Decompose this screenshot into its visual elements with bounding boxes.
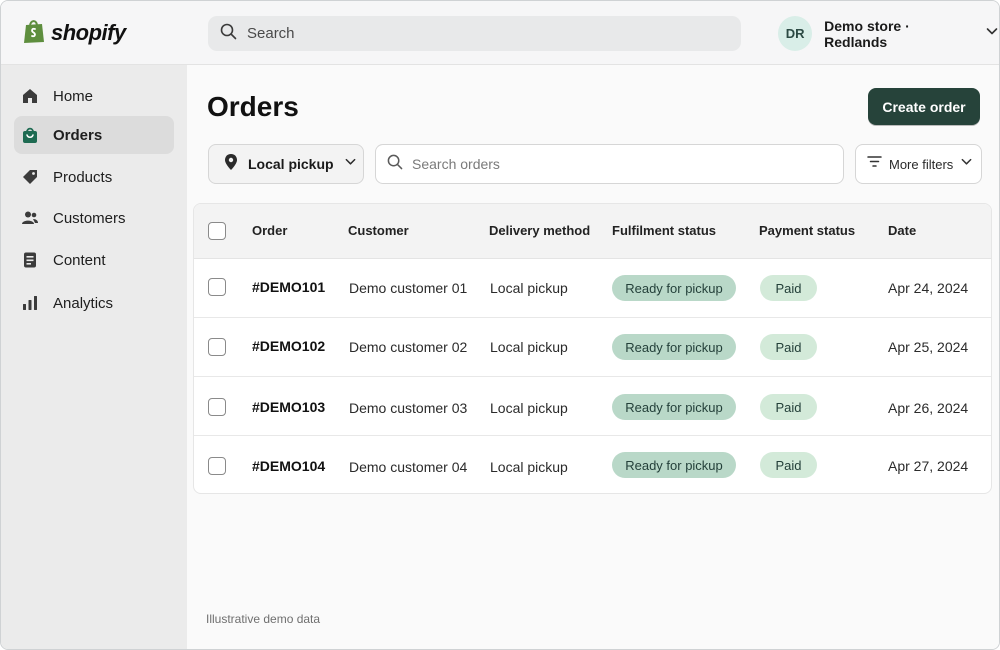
chevron-down-icon <box>344 155 357 173</box>
orders-table: Order Customer Delivery method Fulfilmen… <box>193 203 992 494</box>
page-title: Orders <box>207 91 299 122</box>
filter-label: Local pickup <box>248 156 334 172</box>
store-name: Demo store · Redlands <box>824 17 910 50</box>
store-switcher[interactable]: DR Demo store · Redlands <box>778 15 999 52</box>
order-number[interactable]: #DEMO103 <box>252 399 325 415</box>
payment-status-badge: Paid <box>760 275 817 301</box>
table-row[interactable]: #DEMO103 Demo customer 03 Local pickup R… <box>194 377 991 436</box>
sidebar-item-label: Orders <box>53 126 103 144</box>
row-checkbox[interactable] <box>208 398 226 416</box>
sidebar-item-analytics[interactable]: Analytics <box>14 284 174 322</box>
app-window: shopify Search DR Demo store · Redlands <box>0 0 1000 650</box>
shopify-bag-icon <box>23 18 45 49</box>
fulfilment-status-badge: Ready for pickup <box>612 334 736 360</box>
fulfilment-status-badge: Ready for pickup <box>612 452 736 478</box>
logo-text: shopify <box>51 20 126 45</box>
sidebar: Home Orders Products Customers Content A… <box>1 65 187 649</box>
customer-name: Demo customer 03 <box>349 400 468 416</box>
sidebar-item-label: Content <box>53 251 106 269</box>
order-number[interactable]: #DEMO101 <box>252 279 325 295</box>
column-header-delivery-method[interactable]: Delivery method <box>489 223 590 238</box>
chevron-down-icon <box>985 24 999 43</box>
create-order-button[interactable]: Create order <box>868 88 980 125</box>
order-date: Apr 27, 2024 <box>888 458 969 474</box>
people-icon <box>21 209 39 227</box>
payment-status-badge: Paid <box>760 452 817 478</box>
search-icon <box>220 23 237 45</box>
sidebar-item-label: Home <box>53 87 94 105</box>
search-placeholder: Search <box>247 25 295 42</box>
sidebar-item-label: Products <box>53 168 113 186</box>
payment-status-badge: Paid <box>760 334 817 360</box>
fulfilment-status-badge: Ready for pickup <box>612 275 736 301</box>
bar-chart-icon <box>21 294 39 312</box>
column-header-order[interactable]: Order <box>252 223 287 238</box>
tag-icon <box>21 168 39 186</box>
order-search-input[interactable]: Search orders <box>375 144 844 184</box>
row-checkbox[interactable] <box>208 457 226 475</box>
table-header: Order Customer Delivery method Fulfilmen… <box>194 204 991 259</box>
column-header-fulfilment-status[interactable]: Fulfilment status <box>612 223 716 238</box>
filter-lines-icon <box>867 155 882 173</box>
order-date: Apr 24, 2024 <box>888 280 969 296</box>
column-header-customer[interactable]: Customer <box>348 223 409 238</box>
avatar: DR <box>778 16 813 51</box>
row-checkbox[interactable] <box>208 338 226 356</box>
order-date: Apr 25, 2024 <box>888 339 969 355</box>
table-row[interactable]: #DEMO101 Demo customer 01 Local pickup R… <box>194 259 991 318</box>
row-checkbox[interactable] <box>208 278 226 296</box>
delivery-method: Local pickup <box>490 339 568 355</box>
column-header-date[interactable]: Date <box>888 223 916 238</box>
select-all-checkbox[interactable] <box>208 222 226 240</box>
global-search-input[interactable]: Search <box>208 16 741 51</box>
top-bar: shopify Search DR Demo store · Redlands <box>1 1 999 65</box>
fulfilment-status-badge: Ready for pickup <box>612 394 736 420</box>
order-number[interactable]: #DEMO102 <box>252 338 325 354</box>
chevron-down-icon <box>960 155 973 173</box>
payment-status-badge: Paid <box>760 394 817 420</box>
sidebar-item-orders[interactable]: Orders <box>14 116 174 154</box>
delivery-filter-dropdown[interactable]: Local pickup <box>208 144 364 184</box>
column-header-payment-status[interactable]: Payment status <box>759 223 855 238</box>
table-row[interactable]: #DEMO102 Demo customer 02 Local pickup R… <box>194 318 991 377</box>
customer-name: Demo customer 04 <box>349 459 468 475</box>
more-filters-label: More filters <box>889 156 954 172</box>
main-content: Orders Create order Local pickup Search … <box>187 65 999 649</box>
delivery-method: Local pickup <box>490 400 568 416</box>
sidebar-item-products[interactable]: Products <box>14 158 174 196</box>
more-filters-button[interactable]: More filters <box>855 144 982 184</box>
order-search-placeholder: Search orders <box>412 156 500 172</box>
customer-name: Demo customer 01 <box>349 280 468 296</box>
delivery-method: Local pickup <box>490 280 568 296</box>
sidebar-item-label: Analytics <box>53 294 114 312</box>
delivery-method: Local pickup <box>490 459 568 475</box>
customer-name: Demo customer 02 <box>349 339 468 355</box>
home-icon <box>21 87 39 105</box>
search-icon <box>387 154 403 175</box>
order-date: Apr 26, 2024 <box>888 400 969 416</box>
sidebar-item-content[interactable]: Content <box>14 241 174 279</box>
shopify-logo[interactable]: shopify <box>23 17 126 49</box>
table-row[interactable]: #DEMO104 Demo customer 04 Local pickup R… <box>194 436 991 493</box>
sidebar-item-customers[interactable]: Customers <box>14 199 174 237</box>
shopping-bag-icon <box>21 126 39 144</box>
order-number[interactable]: #DEMO104 <box>252 458 325 474</box>
document-icon <box>21 251 39 269</box>
sidebar-item-label: Customers <box>53 209 126 227</box>
sidebar-item-home[interactable]: Home <box>14 77 174 115</box>
footnote: Illustrative demo data <box>206 612 321 626</box>
location-pin-icon <box>224 153 238 176</box>
